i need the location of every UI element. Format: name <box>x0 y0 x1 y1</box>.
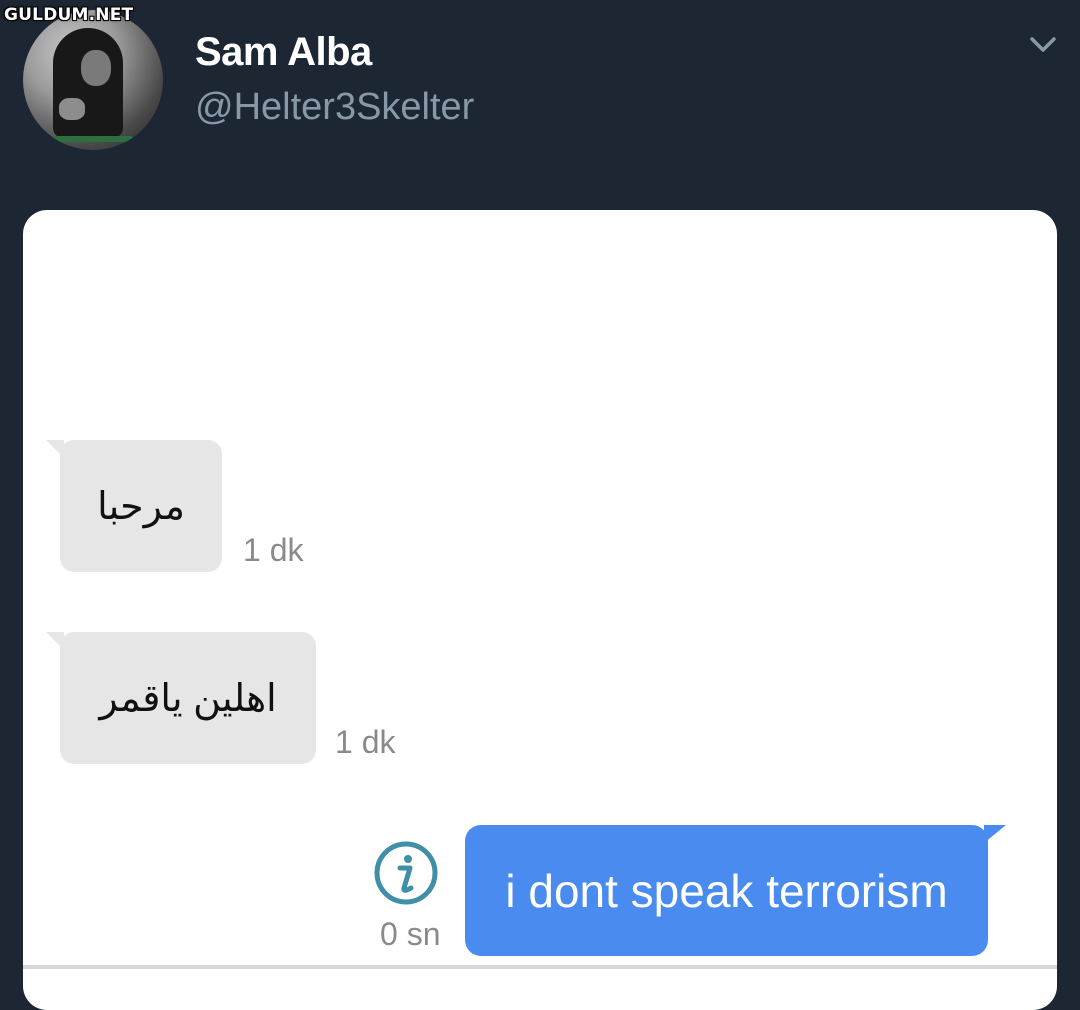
message-text: اهلين ياقمر <box>99 677 277 720</box>
avatar[interactable] <box>23 10 163 150</box>
avatar-hand <box>59 98 85 120</box>
avatar-face <box>81 50 111 86</box>
message-text: مرحبا <box>97 485 185 528</box>
chevron-down-icon[interactable] <box>1030 36 1056 54</box>
outgoing-message-bubble[interactable]: i dont speak terrorism <box>465 825 1006 956</box>
message-screenshot-card: مرحبا 1 dk اهلين ياقمر 1 dk i dont speak… <box>23 210 1057 1010</box>
incoming-message-bubble[interactable]: اهلين ياقمر <box>46 632 316 764</box>
message-text: i dont speak terrorism <box>505 864 948 917</box>
incoming-message-bubble[interactable]: مرحبا <box>46 440 222 572</box>
avatar-caption-strip <box>53 136 133 142</box>
profile-handle[interactable]: @Helter3Skelter <box>195 86 474 129</box>
info-icon[interactable] <box>373 840 439 906</box>
message-timestamp: 1 dk <box>243 532 304 568</box>
message-timestamp: 1 dk <box>335 724 396 760</box>
message-timestamp: 0 sn <box>380 916 441 952</box>
watermark: GULDUM.NET <box>4 5 134 25</box>
divider <box>23 965 1057 969</box>
profile-display-name[interactable]: Sam Alba <box>195 30 372 75</box>
